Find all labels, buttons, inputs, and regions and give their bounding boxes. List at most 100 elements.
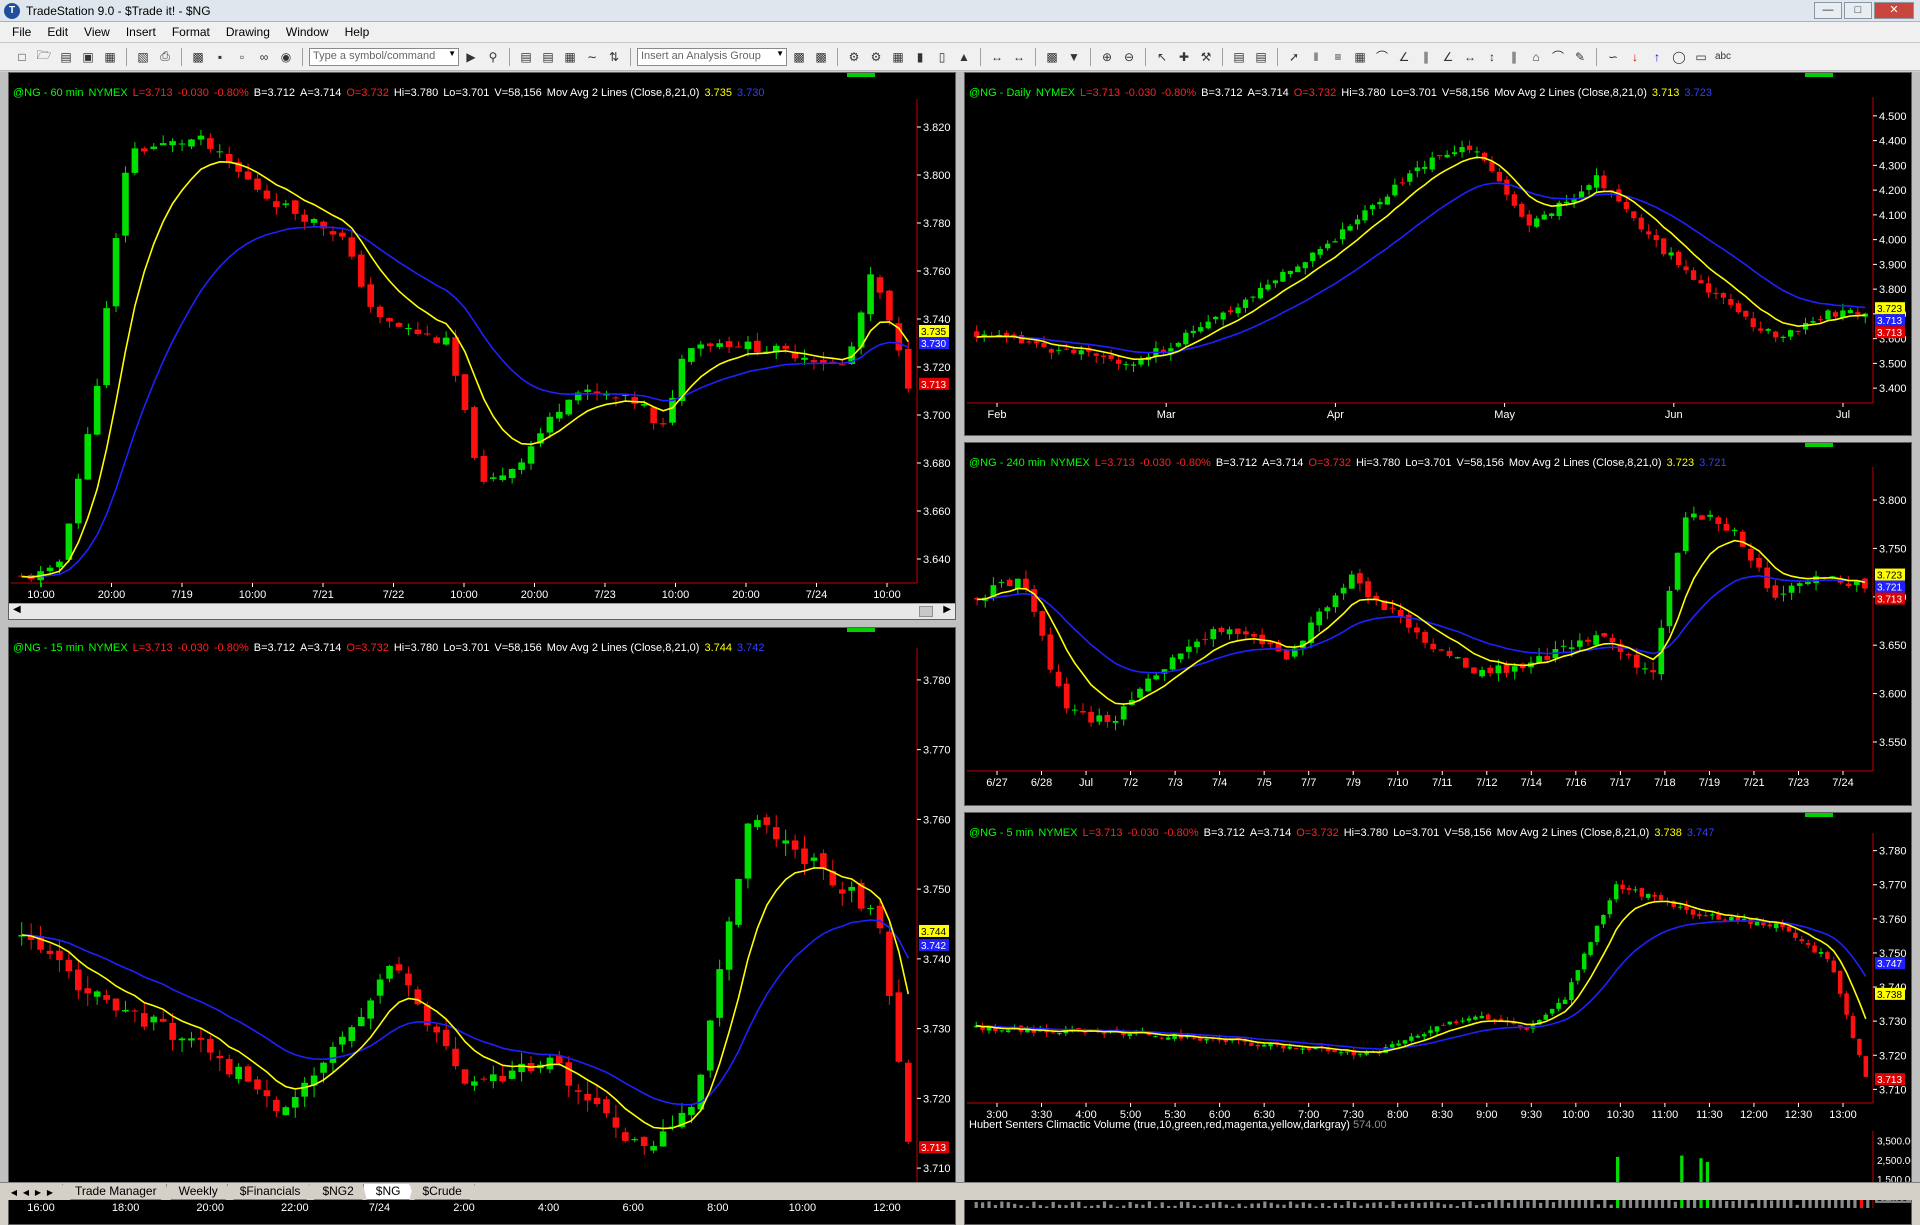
data-window-icon[interactable]: ▤ bbox=[1229, 47, 1249, 67]
rectangle-icon[interactable]: ▭ bbox=[1691, 47, 1711, 67]
chart-canvas[interactable]: 4.500 4.400 4.300 4.200 4.100 4.000 3.900 3.800… bbox=[965, 73, 1912, 436]
scroll-left-icon[interactable]: ↔ bbox=[987, 47, 1007, 67]
scroll-right-arrow-icon[interactable]: ▶ bbox=[943, 604, 951, 615]
menu-edit[interactable]: Edit bbox=[39, 25, 76, 39]
cascade-icon[interactable]: ▪ bbox=[210, 47, 230, 67]
new-icon[interactable]: □ bbox=[12, 47, 32, 67]
pencil-icon[interactable]: ✎ bbox=[1570, 47, 1590, 67]
cycle-icon[interactable]: ⌒ bbox=[1548, 47, 1568, 67]
candle-body bbox=[1720, 293, 1727, 298]
chart-canvas[interactable]: 3.820 3.800 3.780 3.760 3.740 3.720 3.700 3.680… bbox=[9, 73, 956, 620]
prev-tab-icon[interactable]: ◀ bbox=[20, 1186, 32, 1200]
go-arrow-icon[interactable]: ▶ bbox=[461, 47, 481, 67]
chart-window-5min[interactable]: 3.7803.7703.7603.7503.7403.7303.7203.710… bbox=[964, 812, 1912, 1225]
menu-window[interactable]: Window bbox=[278, 25, 337, 39]
ellipse-icon[interactable]: ◯ bbox=[1669, 47, 1689, 67]
crosshair-icon[interactable]: ✚ bbox=[1174, 47, 1194, 67]
open-workspace-icon[interactable]: ▤ bbox=[56, 47, 76, 67]
globe-icon[interactable]: ◉ bbox=[276, 47, 296, 67]
zoom-in-icon[interactable]: ⊕ bbox=[1097, 47, 1117, 67]
next-tab-icon[interactable]: ▶ bbox=[32, 1186, 44, 1200]
matrix-icon[interactable]: ▦ bbox=[560, 47, 580, 67]
tab-ng2[interactable]: $NG2 bbox=[309, 1184, 367, 1200]
down-arrow-icon[interactable]: ↓ bbox=[1625, 47, 1645, 67]
horizontal-scrollbar[interactable]: ◀ ▶ bbox=[9, 603, 955, 619]
candlestick-icon[interactable]: ▯ bbox=[932, 47, 952, 67]
chart-canvas[interactable]: 3.8003.7503.7003.6503.6003.5506/276/28Ju… bbox=[965, 443, 1912, 806]
scrollbar-thumb[interactable] bbox=[919, 606, 933, 617]
chart-window-240min[interactable]: 3.8003.7503.7003.6503.6003.5506/276/28Ju… bbox=[964, 442, 1912, 806]
hammer-icon[interactable]: ⚒ bbox=[1196, 47, 1216, 67]
tab-crude[interactable]: $Crude bbox=[409, 1184, 475, 1200]
scroll-right-icon[interactable]: ↔ bbox=[1009, 47, 1029, 67]
channel-icon[interactable]: ∥ bbox=[1504, 47, 1524, 67]
dropdown-icon[interactable]: ▼ bbox=[1064, 47, 1084, 67]
speed-lines-icon[interactable]: ⌂ bbox=[1526, 47, 1546, 67]
format-icon[interactable]: ⚙ bbox=[844, 47, 864, 67]
time-tick-label: 7/4 bbox=[1212, 777, 1227, 789]
arc-icon[interactable]: ⌒ bbox=[1372, 47, 1392, 67]
tab-weekly[interactable]: Weekly bbox=[165, 1184, 231, 1200]
print-icon[interactable]: ⎙ bbox=[155, 47, 175, 67]
snap-icon[interactable]: ▤ bbox=[1251, 47, 1271, 67]
menu-drawing[interactable]: Drawing bbox=[218, 25, 278, 39]
analysis-group-select[interactable]: Insert an Analysis Group ▼ bbox=[637, 47, 787, 66]
zoom-bars-icon[interactable]: ▦ bbox=[888, 47, 908, 67]
angle-icon[interactable]: ∠ bbox=[1438, 47, 1458, 67]
trendline-icon[interactable]: ➚ bbox=[1284, 47, 1304, 67]
menu-insert[interactable]: Insert bbox=[118, 25, 164, 39]
menu-file[interactable]: File bbox=[4, 25, 39, 39]
text-icon[interactable]: abc bbox=[1713, 47, 1733, 67]
horizontal-lines-icon[interactable]: ≡ bbox=[1328, 47, 1348, 67]
vertical-lines-icon[interactable]: ‖ bbox=[1306, 47, 1326, 67]
fan-icon[interactable]: ∠ bbox=[1394, 47, 1414, 67]
maximize-icon[interactable]: □ bbox=[1844, 2, 1872, 19]
zoom-out-icon[interactable]: ⊖ bbox=[1119, 47, 1139, 67]
bar-chart-icon[interactable]: ▮ bbox=[910, 47, 930, 67]
lock-icon[interactable]: ▫ bbox=[232, 47, 252, 67]
symbol-input[interactable]: Type a symbol/command ▼ bbox=[309, 47, 459, 66]
curve-icon[interactable]: ∽ bbox=[1603, 47, 1623, 67]
window-icon[interactable]: ▩ bbox=[188, 47, 208, 67]
open-icon[interactable]: 🗁 bbox=[34, 47, 54, 67]
grid-icon[interactable]: ▩ bbox=[1042, 47, 1062, 67]
candle-body bbox=[876, 277, 884, 293]
parallel-lines-icon[interactable]: ∥ bbox=[1416, 47, 1436, 67]
menu-help[interactable]: Help bbox=[337, 25, 378, 39]
strategy-icon[interactable]: ⇅ bbox=[604, 47, 624, 67]
chart-canvas[interactable]: 3.7803.7703.7603.7503.7403.7303.7203.710… bbox=[9, 628, 956, 1225]
vertical-arrow-icon[interactable]: ↕ bbox=[1482, 47, 1502, 67]
menu-format[interactable]: Format bbox=[164, 25, 218, 39]
chart-window-60min[interactable]: 3.820 3.800 3.780 3.760 3.740 3.720 3.700 3.680… bbox=[8, 72, 956, 620]
indicator-icon[interactable]: ∼ bbox=[582, 47, 602, 67]
chart-window-daily[interactable]: 4.500 4.400 4.300 4.200 4.100 4.000 3.900 3.800… bbox=[964, 72, 1912, 436]
chart-window-15min[interactable]: 3.780 3.770 3.760 3.750 3.740 3.730 3.720 3.710… bbox=[8, 627, 956, 1225]
save-disk-icon[interactable]: ▧ bbox=[133, 47, 153, 67]
close-icon[interactable]: ✕ bbox=[1874, 2, 1914, 19]
chart-window-icon[interactable]: ▤ bbox=[516, 47, 536, 67]
scroll-left-arrow-icon[interactable]: ◀ bbox=[13, 604, 21, 615]
folder-icon[interactable]: ▦ bbox=[100, 47, 120, 67]
chevron-down-icon[interactable]: ▼ bbox=[448, 49, 456, 58]
up-arrow-icon[interactable]: ↑ bbox=[1647, 47, 1667, 67]
gann-icon[interactable]: ▦ bbox=[1350, 47, 1370, 67]
first-tab-icon[interactable]: ◀ bbox=[8, 1186, 20, 1200]
analysis-save-icon[interactable]: ▩ bbox=[811, 47, 831, 67]
tab-trade-manager[interactable]: Trade Manager bbox=[62, 1184, 170, 1200]
save-icon[interactable]: ▣ bbox=[78, 47, 98, 67]
tab-ng[interactable]: $NG bbox=[362, 1184, 414, 1200]
last-tab-icon[interactable]: ▶ bbox=[44, 1186, 56, 1200]
tab-financials[interactable]: $Financials bbox=[226, 1184, 314, 1200]
chevron-down-icon[interactable]: ▼ bbox=[776, 49, 784, 58]
up-down-bars-icon[interactable]: ▲ bbox=[954, 47, 974, 67]
pointer-icon[interactable]: ↖ bbox=[1152, 47, 1172, 67]
format-symbol-icon[interactable]: ⚙ bbox=[866, 47, 886, 67]
horizontal-arrow-icon[interactable]: ↔ bbox=[1460, 47, 1480, 67]
symbol-lookup-icon[interactable]: ⚲ bbox=[483, 47, 503, 67]
analysis-icon[interactable]: ▩ bbox=[789, 47, 809, 67]
radar-icon[interactable]: ▤ bbox=[538, 47, 558, 67]
minimize-icon[interactable]: — bbox=[1814, 2, 1842, 19]
menu-view[interactable]: View bbox=[76, 25, 118, 39]
chart-canvas[interactable]: 3.7803.7703.7603.7503.7403.7303.7203.710… bbox=[965, 813, 1912, 1225]
link-icon[interactable]: ∞ bbox=[254, 47, 274, 67]
